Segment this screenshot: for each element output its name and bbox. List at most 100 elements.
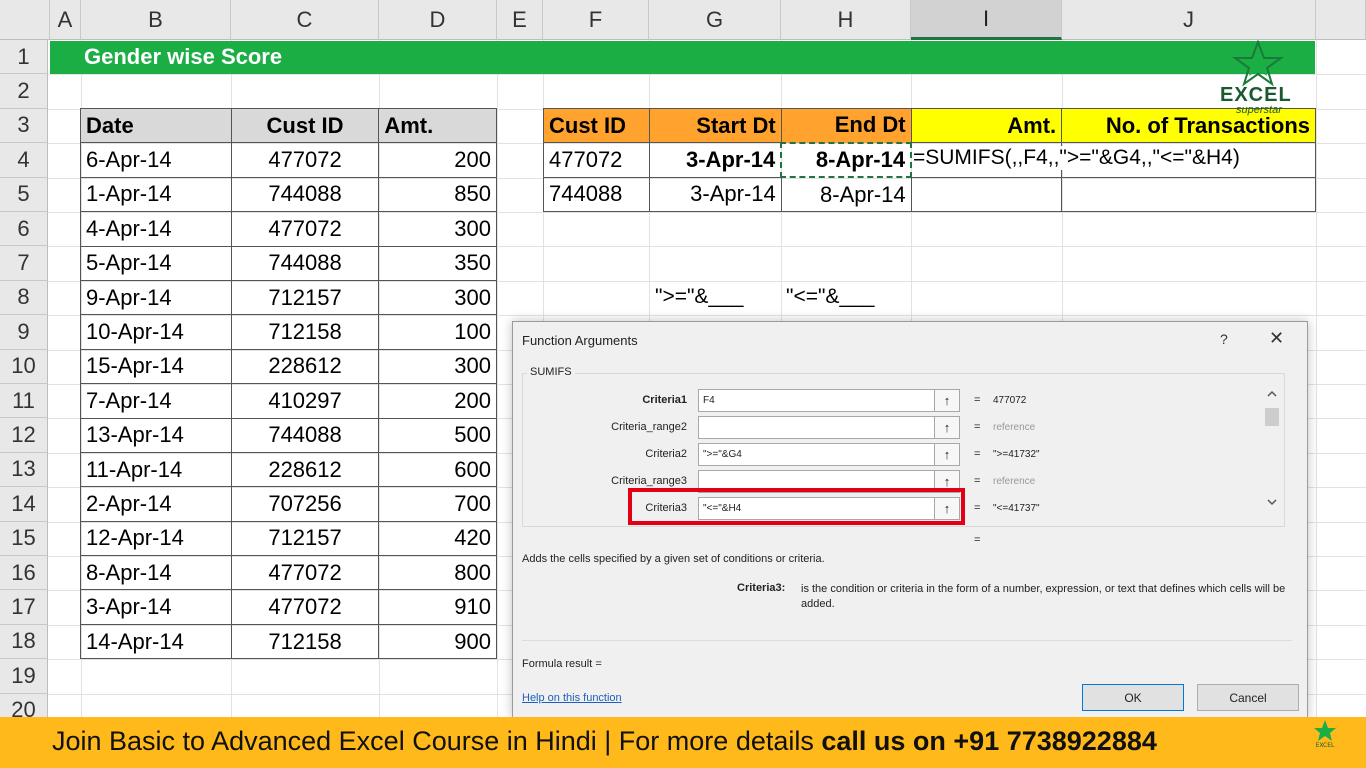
cell-date[interactable]: 7-Apr-14: [80, 383, 232, 419]
select-all-corner[interactable]: [0, 0, 50, 40]
row-header[interactable]: 9: [0, 315, 48, 350]
cell-cust-id[interactable]: 707256: [230, 486, 380, 522]
cell-cust-id[interactable]: 712158: [230, 623, 380, 660]
cell-amt[interactable]: 300: [378, 211, 497, 247]
cell-date[interactable]: 12-Apr-14: [80, 520, 232, 557]
cell-cust-id[interactable]: 744088: [230, 245, 380, 281]
cell-date[interactable]: 15-Apr-14: [80, 348, 232, 385]
summary-end-dt-2[interactable]: 8-Apr-14: [780, 176, 912, 213]
row-header[interactable]: 6: [0, 212, 48, 247]
cell-amt[interactable]: 900: [378, 623, 497, 660]
row-header[interactable]: 7: [0, 246, 48, 281]
cell-amt[interactable]: 800: [378, 555, 497, 591]
row-header[interactable]: 18: [0, 624, 48, 660]
cell-cust-id[interactable]: 410297: [230, 383, 380, 419]
column-header[interactable]: G: [649, 0, 781, 40]
cell-date[interactable]: 3-Apr-14: [80, 589, 232, 625]
cell-cust-id[interactable]: 228612: [230, 451, 380, 488]
row-header[interactable]: 12: [0, 418, 48, 453]
row-header[interactable]: 16: [0, 556, 48, 591]
row-header[interactable]: 4: [0, 143, 48, 178]
column-header[interactable]: I: [911, 0, 1062, 40]
summary-header-cust-id[interactable]: Cust ID: [543, 107, 650, 144]
column-header[interactable]: F: [543, 0, 649, 40]
cell-amt[interactable]: 300: [378, 348, 497, 385]
collapse-dialog-icon[interactable]: ↑: [934, 389, 960, 412]
cell-amt[interactable]: 100: [378, 314, 497, 350]
collapse-dialog-icon[interactable]: ↑: [934, 416, 960, 439]
summary-header-amt[interactable]: Amt.: [910, 107, 1063, 144]
cell-cust-id[interactable]: 477072: [230, 142, 380, 178]
cell-cust-id[interactable]: 712157: [230, 520, 380, 557]
help-icon[interactable]: ?: [1220, 331, 1228, 347]
cell-amt[interactable]: 200: [378, 142, 497, 178]
summary-header-end-dt[interactable]: End Dt: [780, 107, 912, 144]
column-header[interactable]: E: [497, 0, 543, 40]
row-header[interactable]: 19: [0, 659, 48, 694]
summary-header-start-dt[interactable]: Start Dt: [648, 107, 782, 144]
cell-date[interactable]: 5-Apr-14: [80, 245, 232, 281]
row-header[interactable]: 14: [0, 487, 48, 522]
args-scrollbar[interactable]: [1263, 390, 1281, 510]
cell-cust-id[interactable]: 712157: [230, 279, 380, 316]
cell-amt[interactable]: 600: [378, 451, 497, 488]
summary-start-dt-2[interactable]: 3-Apr-14: [648, 176, 782, 213]
column-header[interactable]: H: [781, 0, 911, 40]
summary-cust-id-2[interactable]: 744088: [543, 176, 650, 213]
cell-date[interactable]: 2-Apr-14: [80, 486, 232, 522]
cell-cust-id[interactable]: 477072: [230, 589, 380, 625]
cell-cust-id[interactable]: 477072: [230, 555, 380, 591]
cell-amt[interactable]: 850: [378, 176, 497, 213]
column-header[interactable]: C: [231, 0, 379, 40]
cell-cust-id[interactable]: 712158: [230, 314, 380, 350]
summary-transactions-2[interactable]: [1061, 176, 1316, 213]
summary-start-dt-1[interactable]: 3-Apr-14: [648, 142, 782, 178]
row-header[interactable]: 5: [0, 177, 48, 212]
summary-amt-2[interactable]: [910, 176, 1063, 213]
row-header[interactable]: 15: [0, 521, 48, 556]
row-header[interactable]: 10: [0, 349, 48, 384]
cell-amt[interactable]: 300: [378, 279, 497, 316]
row-header[interactable]: 1: [0, 40, 48, 75]
cell-date[interactable]: 10-Apr-14: [80, 314, 232, 350]
header-date[interactable]: Date: [80, 107, 232, 144]
row-header[interactable]: 13: [0, 452, 48, 488]
arg-input-criteria-range2[interactable]: [698, 416, 960, 439]
close-icon[interactable]: ✕: [1269, 328, 1284, 349]
cell-date[interactable]: 13-Apr-14: [80, 417, 232, 453]
row-header[interactable]: 17: [0, 590, 48, 625]
cell-date[interactable]: 11-Apr-14: [80, 451, 232, 488]
column-header[interactable]: J: [1062, 0, 1316, 40]
ok-button[interactable]: OK: [1082, 684, 1184, 711]
column-header[interactable]: A: [50, 0, 81, 40]
cell-date[interactable]: 4-Apr-14: [80, 211, 232, 247]
formula-in-cell[interactable]: =SUMIFS(,,F4,,">="&G4,,"<="&H4): [913, 146, 1240, 170]
cell-cust-id[interactable]: 744088: [230, 176, 380, 213]
header-amt[interactable]: Amt.: [378, 107, 497, 144]
help-link[interactable]: Help on this function: [522, 692, 622, 704]
cell-date[interactable]: 14-Apr-14: [80, 623, 232, 660]
header-cust-id[interactable]: Cust ID: [230, 107, 380, 144]
row-header[interactable]: 2: [0, 74, 48, 109]
summary-cust-id-1[interactable]: 477072: [543, 142, 650, 178]
sheet-title[interactable]: Gender wise Score: [84, 44, 282, 70]
summary-end-dt-1[interactable]: 8-Apr-14: [780, 141, 913, 179]
column-header-blank[interactable]: [1316, 0, 1366, 40]
cell-amt[interactable]: 700: [378, 486, 497, 522]
cell-date[interactable]: 6-Apr-14: [80, 142, 232, 178]
arg-input-criteria2[interactable]: ">="&G4: [698, 443, 960, 466]
row-header[interactable]: 3: [0, 108, 48, 144]
row-header[interactable]: 8: [0, 280, 48, 316]
cell-cust-id[interactable]: 744088: [230, 417, 380, 453]
cell-amt[interactable]: 350: [378, 245, 497, 281]
cell-amt[interactable]: 420: [378, 520, 497, 557]
column-header[interactable]: D: [379, 0, 497, 40]
arg-input-criteria1[interactable]: F4: [698, 389, 960, 412]
cancel-button[interactable]: Cancel: [1197, 684, 1299, 711]
cell-amt[interactable]: 910: [378, 589, 497, 625]
column-header[interactable]: B: [81, 0, 231, 40]
row-header[interactable]: 11: [0, 384, 48, 419]
collapse-dialog-icon[interactable]: ↑: [934, 443, 960, 466]
cell-date[interactable]: 9-Apr-14: [80, 279, 232, 316]
cell-cust-id[interactable]: 477072: [230, 211, 380, 247]
